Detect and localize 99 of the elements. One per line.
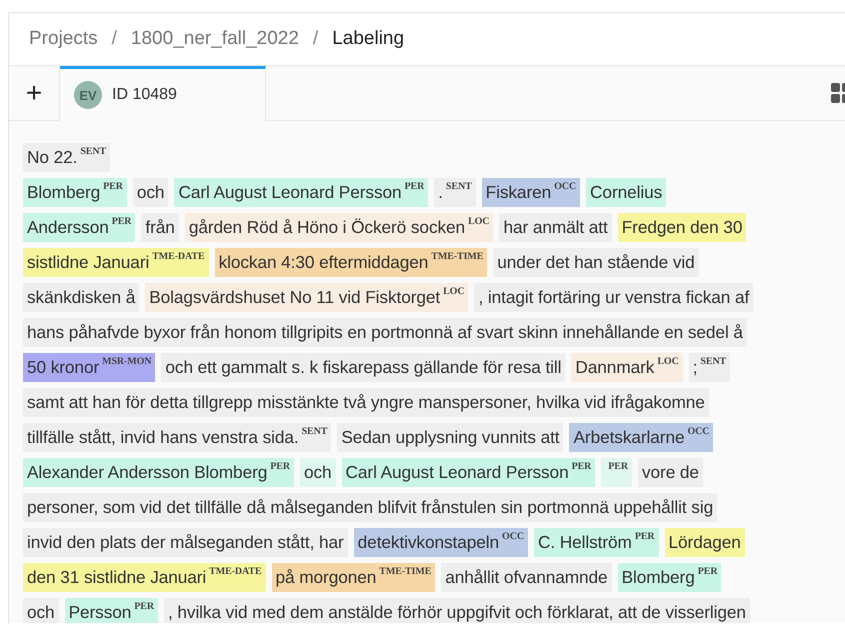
span-text: Dannmark — [575, 357, 654, 378]
span-text: No 22. — [27, 147, 78, 168]
entity-highlight[interactable]: Fredgen den 30 — [618, 213, 746, 242]
breadcrumb-link[interactable]: 1800_ner_fall_2022 — [130, 28, 299, 50]
entity-label: SENT — [80, 146, 106, 157]
entity-highlight[interactable]: sistlidne Januari $^{TME-DATE}$ — [23, 248, 209, 277]
span-text: hans påhafvde byxor från honom tillgripits en portmonnä af svart skinn innehållande en sedel å — [27, 322, 743, 343]
entity-highlight[interactable]: Persson $^{PER}$ — [64, 598, 158, 623]
span-text: Bolagsvärdshuset No 11 vid Fisktorget — [149, 287, 440, 308]
span-text: från — [145, 217, 175, 238]
tab-label: ID 10489 — [112, 86, 177, 104]
entity-highlight[interactable]: detektivkonstapeln $^{OCC}$ — [354, 528, 528, 557]
entity-label: SENT — [302, 426, 328, 437]
breadcrumb-separator: / — [312, 28, 318, 50]
entity-highlight[interactable]: Blomberg $^{PER}$ — [23, 178, 127, 207]
entity-highlight[interactable]: Lördagen — [664, 528, 745, 557]
span-text: Cornelius — [590, 182, 662, 203]
span-text: på morgonen — [276, 567, 376, 588]
span-text: , hvilka vid med dem anstälde förhör uppgifvit och förklarat, att de visserligen — [168, 602, 746, 623]
entity-label: LOC — [443, 286, 464, 297]
span-text: Arbetskarlarne — [573, 427, 684, 448]
entity-label: PER — [270, 461, 290, 472]
span-text: tillfälle stått, invid hans venstra sida. — [27, 427, 299, 448]
entity-highlight[interactable]: Andersson $^{PER}$ — [23, 213, 136, 242]
entity-label: PER — [112, 216, 132, 227]
entity-highlight[interactable]: klockan 4:30 eftermiddagen $^{TME-TIME}$ — [214, 248, 488, 277]
entity-highlight[interactable]: Alexander Andersson Blomberg $^{PER}$ — [23, 458, 294, 487]
span-text: Persson — [68, 602, 132, 623]
entity-highlight[interactable]: den 31 sistlidne Januari $^{TME-DATE}$ — [23, 563, 266, 592]
span-text: och — [304, 462, 332, 483]
user-avatar: EV — [74, 81, 102, 109]
entity-highlight[interactable]: Blomberg $^{PER}$ — [618, 563, 722, 592]
span-text: 50 kronor — [27, 357, 100, 378]
entity-label: LOC — [657, 356, 679, 367]
span-text: Blomberg — [27, 182, 100, 203]
span-text: under det han stående vid — [497, 252, 695, 273]
breadcrumb-link[interactable]: Projects — [29, 28, 98, 50]
entity-highlight[interactable]: Bolagsvärdshuset No 11 vid Fisktorget $^{LOC}$ — [145, 283, 468, 312]
span-text: sistlidne Januari — [27, 252, 150, 273]
entity-highlight[interactable]: på morgonen $^{TME-TIME}$ — [272, 563, 436, 592]
entity-highlight[interactable]: gården Röd å Höno i Öckerö socken $^{LOC}$ — [184, 213, 494, 242]
entity-label: PER — [608, 461, 628, 472]
entity-highlight[interactable]: Cornelius — [586, 178, 666, 207]
entity-label: TME-TIME — [431, 251, 484, 262]
span-text: vore de — [642, 462, 699, 483]
span-text: och — [136, 182, 164, 203]
entity-highlight[interactable]: och — [300, 458, 336, 487]
entity-label: PER — [134, 601, 154, 612]
entity-highlight[interactable]: 50 kronor $^{MSR-MON}$ — [23, 353, 156, 382]
span-text: Andersson — [27, 217, 109, 238]
entity-highlight[interactable]: Fiskaren $^{OCC}$ — [482, 178, 580, 207]
entity-label: TME-DATE — [152, 251, 205, 262]
span-text: Carl August Leonard Persson — [178, 182, 402, 203]
entity-label: LOC — [468, 216, 490, 227]
span-text: . — [438, 182, 443, 203]
span-text: C. Hellström — [538, 532, 632, 553]
span-text: har anmält att — [503, 217, 608, 238]
entity-label: SENT — [446, 181, 472, 192]
span-text: samt att han för detta tillgrepp misstänkte två yngre manspersoner, hvilka vid ifrågakomne — [27, 392, 705, 413]
grid-view-icon[interactable] — [831, 83, 845, 103]
entity-label: SENT — [700, 356, 726, 367]
entity-label: PER — [698, 566, 718, 577]
breadcrumb-separator: / — [112, 28, 117, 50]
entity-label: MSR-MON — [102, 356, 152, 367]
span-text: ; — [692, 357, 698, 378]
entity-highlight[interactable]: Carl August Leonard Persson $^{PER}$ — [174, 178, 428, 207]
span-text: detektivkonstapeln — [358, 532, 500, 553]
span-text: den 31 sistlidne Januari — [27, 567, 206, 588]
entity-label: PER — [404, 181, 424, 192]
span-text: klockan 4:30 eftermiddagen — [218, 252, 428, 273]
span-text: Blomberg — [622, 567, 695, 588]
entity-highlight[interactable]: Arbetskarlarne $^{OCC}$ — [569, 423, 714, 452]
span-text: personer, som vid det tillfälle då målseganden blifvit frånstulen sin portmonnä uppehållit sig — [27, 497, 714, 518]
span-text: invid den plats der målseganden stått, har — [27, 532, 344, 553]
entity-label: PER — [103, 181, 123, 192]
entity-highlight[interactable]: C. Hellström $^{PER}$ — [534, 528, 659, 557]
entity-label: OCC — [502, 531, 524, 542]
entity-label: OCC — [554, 181, 576, 192]
entity-highlight[interactable]: Carl August Leonard Persson $^{PER}$ — [342, 458, 596, 487]
entity-label: PER — [572, 461, 592, 472]
span-text: Alexander Andersson Blomberg — [27, 462, 268, 483]
entity-label: OCC — [687, 426, 710, 437]
span-text: Carl August Leonard Persson — [346, 462, 569, 483]
span-text: och — [27, 602, 55, 623]
span-text: Fredgen den 30 — [622, 217, 742, 238]
span-text: Fiskaren — [486, 182, 552, 203]
entity-label: PER — [634, 531, 655, 542]
span-text: gården Röd å Höno i Öckerö socken — [188, 217, 466, 238]
entity-label: TME-TIME — [379, 566, 432, 577]
span-text: och ett gammalt s. k fiskarepass gällande för resa till — [165, 357, 562, 378]
span-text: Lördagen — [668, 532, 741, 553]
entity-label: TME-DATE — [209, 566, 262, 577]
entity-highlight[interactable]: PER — [601, 458, 632, 487]
entity-highlight[interactable]: Dannmark $^{LOC}$ — [571, 353, 683, 382]
span-text: , intagit fortäring ur venstra fickan af — [478, 287, 750, 308]
span-text: Sedan upplysning vunnits att — [341, 427, 560, 448]
span-text: skänkdisken å — [27, 287, 136, 308]
document-tab[interactable]: EV ID 10489 — [60, 66, 266, 121]
span-text: anhållit ofvannamnde — [445, 567, 608, 588]
